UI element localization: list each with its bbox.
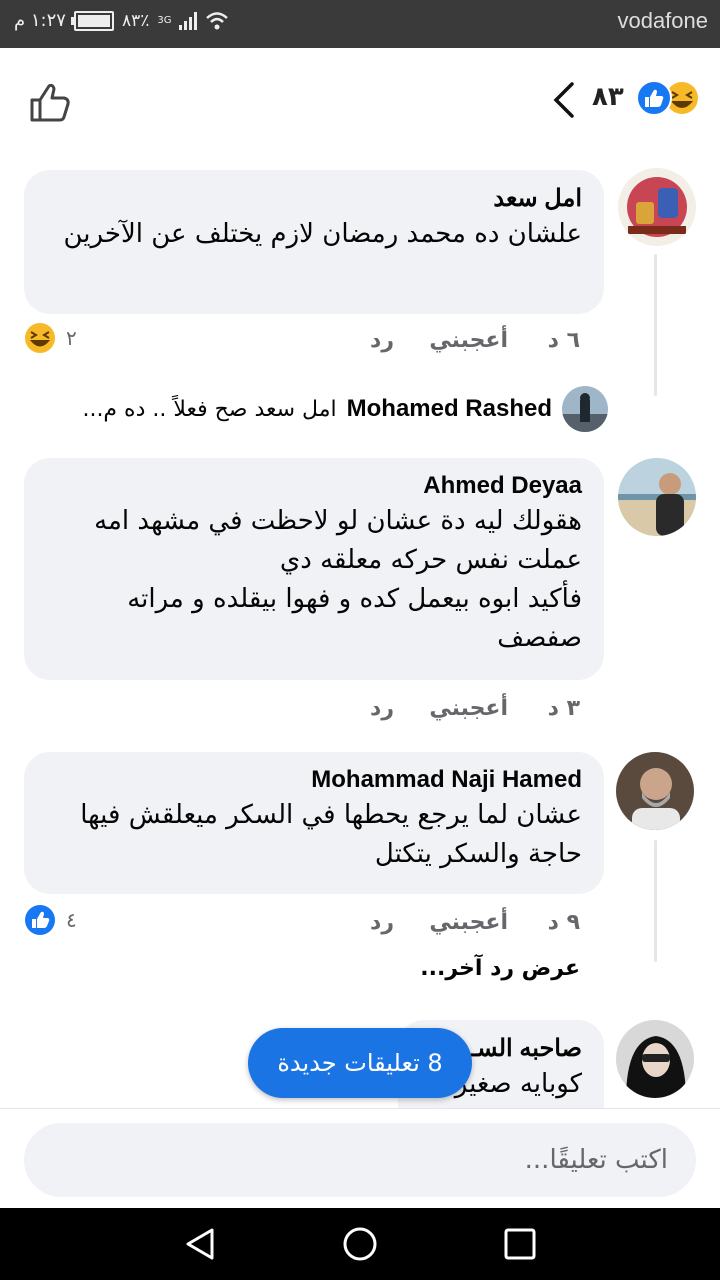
reply-author[interactable]: Mohamed Rashed [347, 395, 552, 423]
recents-nav-icon[interactable] [502, 1226, 538, 1262]
comment-author[interactable]: Ahmed Deyaa [46, 472, 582, 500]
reply-action[interactable]: رد [370, 696, 394, 721]
status-bar: ١:٢٧ م ٨٣٪ 3G vodafone [0, 0, 720, 48]
reply-action[interactable]: رد [370, 328, 394, 353]
reaction-count: ٢ [66, 326, 77, 350]
status-left: ١:٢٧ م ٨٣٪ 3G [14, 10, 229, 31]
reply-action[interactable]: رد [370, 910, 394, 935]
avatar[interactable] [616, 752, 694, 830]
system-nav-bar [0, 1208, 720, 1280]
comment-actions: ٦ د أعجبني رد [300, 328, 580, 362]
comment-bubble[interactable]: Mohammad Naji Hamed عشان لما يرجع يحطها … [24, 752, 604, 894]
avatar[interactable] [562, 386, 608, 432]
reactions-header: ٨٣ [0, 48, 720, 144]
comment-author[interactable]: امل سعد [46, 184, 582, 213]
chevron-left-icon[interactable] [548, 80, 578, 120]
comment-composer [0, 1108, 720, 1209]
like-action[interactable]: أعجبني [429, 328, 508, 353]
comment-reactions[interactable]: ٢ [24, 322, 77, 354]
like-outline-icon[interactable] [26, 78, 74, 126]
comment-actions: ٣ د أعجبني رد [300, 696, 580, 730]
comment-input-box[interactable] [24, 1123, 696, 1197]
reply-preview[interactable]: Mohamed Rashed امل سعد صح فعلاً .. ده م.… [28, 386, 608, 432]
avatar[interactable] [616, 1020, 694, 1098]
wifi-icon [206, 11, 229, 29]
like-action[interactable]: أعجبني [429, 696, 508, 721]
comment-text: هقولك ليه دة عشان لو لاحظت في مشهد امه ع… [94, 506, 582, 653]
view-more-replies[interactable]: عرض رد آخر... [420, 956, 580, 981]
new-comments-button[interactable]: 8 تعليقات جديدة [248, 1028, 472, 1098]
network-type: 3G [157, 15, 172, 26]
comment-time: ٩ د [547, 910, 580, 935]
back-nav-icon[interactable] [182, 1226, 218, 1262]
reaction-count[interactable]: ٨٣ [592, 82, 624, 112]
reaction-summary-icons[interactable] [634, 78, 704, 118]
comment-reactions[interactable]: ٤ [24, 904, 77, 936]
like-icon [636, 80, 672, 116]
comment-time: ٦ د [547, 328, 580, 353]
comment-author[interactable]: Mohammad Naji Hamed [46, 766, 582, 794]
carrier-name: vodafone [617, 8, 708, 33]
comments-list[interactable]: امل سعد علشان ده محمد رمضان لازم يختلف ع… [0, 150, 720, 1108]
comment-bubble[interactable]: Ahmed Deyaa هقولك ليه دة عشان لو لاحظت ف… [24, 458, 604, 680]
avatar[interactable] [618, 458, 696, 536]
thread-line [654, 840, 657, 962]
thread-line [654, 254, 657, 396]
comment-bubble[interactable]: امل سعد علشان ده محمد رمضان لازم يختلف ع… [24, 170, 604, 314]
battery-level: ٨٣٪ [121, 10, 150, 31]
avatar[interactable] [618, 168, 696, 246]
comment-actions: ٩ د أعجبني رد [300, 910, 580, 944]
signal-icon [179, 11, 198, 30]
like-action[interactable]: أعجبني [429, 910, 508, 935]
home-nav-icon[interactable] [342, 1226, 378, 1262]
reaction-count: ٤ [66, 908, 77, 932]
comment-text: علشان ده محمد رمضان لازم يختلف عن الآخري… [63, 219, 583, 249]
comment-text: عشان لما يرجع يحطها في السكر ميعلقش فيها… [80, 800, 582, 869]
comment-input[interactable] [66, 1144, 670, 1176]
comment-time: ٣ د [547, 696, 580, 721]
like-icon [25, 905, 55, 935]
battery-icon [70, 10, 114, 31]
haha-icon [25, 323, 55, 353]
clock: ١:٢٧ م [14, 10, 66, 31]
reply-text: امل سعد صح فعلاً .. ده م... [82, 396, 337, 422]
